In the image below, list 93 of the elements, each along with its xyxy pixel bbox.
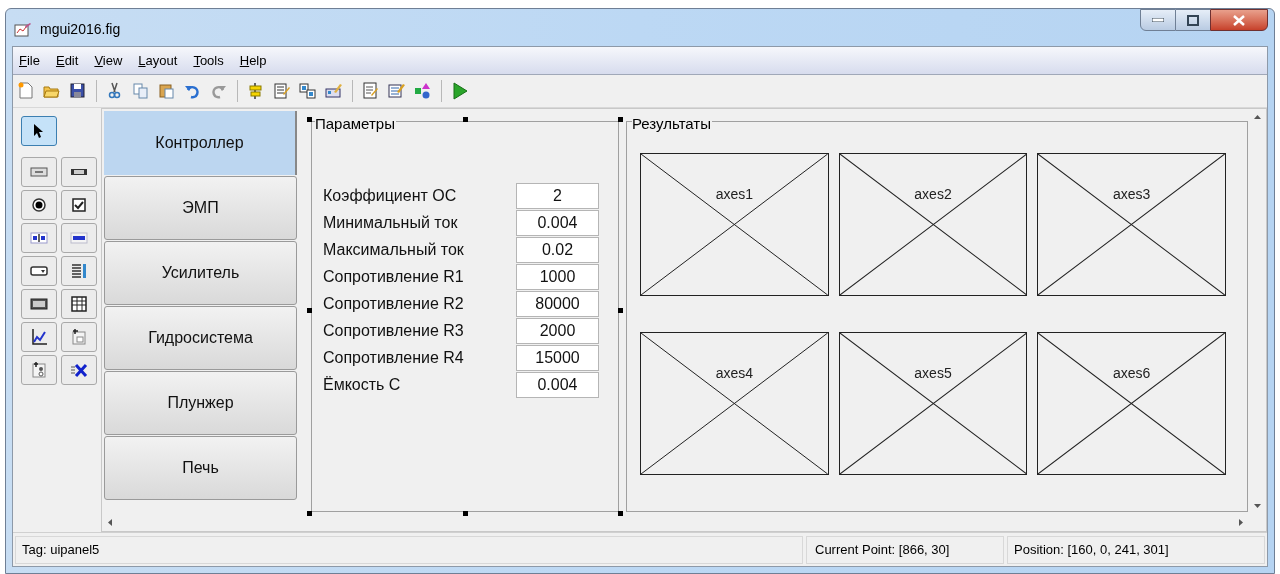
parameter-label: Сопротивление R1	[323, 266, 465, 287]
tab-button[interactable]: Плунжер	[104, 371, 297, 435]
scroll-down-icon	[1254, 504, 1261, 508]
palette-tool-button[interactable]	[21, 289, 57, 319]
palette-tool-button[interactable]	[60, 289, 97, 319]
selection-handle[interactable]	[618, 511, 623, 516]
parameter-label: Сопротивление R3	[323, 320, 465, 341]
selection-handle[interactable]	[463, 511, 468, 516]
axes-placeholder[interactable]: axes6	[1037, 332, 1226, 475]
menu-item[interactable]: View	[94, 50, 123, 71]
panel-tool-icon	[69, 328, 88, 346]
scroll-up-icon	[1254, 115, 1261, 119]
tab-button[interactable]: Гидросистема	[104, 306, 297, 370]
tick-in-square-icon	[69, 196, 88, 214]
paste-icon	[158, 82, 176, 100]
parameter-label: Ёмкость С	[323, 374, 402, 395]
parameter-label: Сопротивление R2	[323, 293, 465, 314]
close-icon	[1233, 14, 1245, 26]
minimize-button[interactable]	[1140, 9, 1176, 31]
palette-tool-button[interactable]	[21, 256, 57, 286]
tab-button[interactable]: ЭМП	[104, 176, 297, 240]
tab-button[interactable]: Контроллер	[104, 111, 297, 175]
parameter-label: Минимальный ток	[323, 212, 459, 233]
minimize-icon	[1152, 18, 1164, 22]
palette-tool-button[interactable]	[60, 223, 97, 253]
palette-tool-button[interactable]	[21, 223, 57, 253]
parameter-label: Коэффициент ОС	[323, 185, 458, 206]
parameter-field[interactable]: 2000	[516, 317, 599, 344]
maximize-button[interactable]	[1176, 9, 1210, 31]
dot-in-circle-icon	[30, 196, 48, 214]
axes-placeholder[interactable]: axes5	[838, 332, 1028, 475]
parameter-field[interactable]: 0.02	[516, 236, 599, 263]
axes-placeholder[interactable]: axes1	[640, 153, 829, 296]
menu-item[interactable]: Edit	[55, 50, 79, 71]
menu-item[interactable]: File	[19, 50, 40, 71]
menu-item[interactable]: Tools	[193, 50, 224, 71]
toolbar-editor-icon	[325, 82, 343, 100]
edit-tool-icon	[30, 229, 48, 247]
toggle-tool-icon	[30, 295, 48, 313]
selection-handle[interactable]	[618, 117, 623, 122]
palette-tool-button[interactable]	[60, 190, 97, 220]
new-file-icon	[17, 82, 35, 100]
object-browser-icon	[414, 82, 432, 100]
tab-button[interactable]: Усилитель	[104, 241, 297, 305]
figure-icon	[14, 21, 32, 38]
tab-button[interactable]: Печь	[104, 436, 297, 500]
parameter-field[interactable]: 15000	[516, 344, 599, 371]
axes-placeholder[interactable]: axes2	[838, 153, 1028, 296]
status-tag: Tag: uipanel5	[15, 535, 803, 564]
palette-tool-button[interactable]	[60, 157, 97, 187]
text-tool-icon	[69, 229, 88, 247]
tab-order-button[interactable]	[297, 80, 319, 102]
parameter-label: Сопротивление R4	[323, 347, 465, 368]
menu-item[interactable]: Help	[239, 50, 267, 71]
selection-handle[interactable]	[618, 308, 623, 313]
menu-editor-icon	[273, 82, 291, 100]
maximize-icon	[1187, 14, 1199, 26]
property-inspector-icon	[388, 82, 406, 100]
close-button[interactable]	[1210, 9, 1268, 31]
buttongroup-tool-icon	[30, 361, 48, 379]
palette-tool-button[interactable]	[21, 322, 57, 352]
palette-tool-button[interactable]	[60, 355, 97, 385]
scroll-left-icon	[108, 519, 112, 526]
palette-tool-button[interactable]	[21, 190, 57, 220]
parameter-field[interactable]: 1000	[516, 263, 599, 290]
run-icon	[451, 82, 469, 100]
parameter-field[interactable]: 0.004	[516, 209, 599, 236]
parameter-field[interactable]: 80000	[516, 290, 599, 317]
status-position: Position: [160, 0, 241, 301]	[1007, 535, 1265, 564]
selection-handle[interactable]	[307, 117, 312, 122]
selection-handle[interactable]	[307, 511, 312, 516]
editor-icon	[362, 82, 380, 100]
table-tool-icon	[69, 295, 88, 313]
scroll-right-icon	[1239, 519, 1243, 526]
listbox-tool-icon	[69, 262, 88, 280]
parameter-field[interactable]: 0.004	[516, 371, 599, 398]
parameter-field[interactable]: 2	[516, 182, 599, 209]
axes-placeholder[interactable]: axes3	[1037, 153, 1226, 296]
menu-editor-button[interactable]	[271, 80, 293, 102]
axes-placeholder[interactable]: axes4	[640, 332, 829, 475]
menu-item[interactable]: Layout	[138, 50, 178, 71]
window-title: mgui2016.fig	[40, 20, 121, 39]
palette-tool-button[interactable]	[21, 116, 57, 146]
axes-tool-icon	[30, 328, 48, 346]
align-icon	[247, 82, 265, 100]
status-current-point: Current Point: [866, 30]	[806, 535, 1004, 564]
save-icon	[69, 82, 87, 100]
tab-order-icon	[299, 82, 317, 100]
selection-handle[interactable]	[307, 308, 312, 313]
copy-icon	[132, 82, 150, 100]
parameter-label: Максимальный ток	[323, 239, 465, 260]
activex-tool-icon	[69, 361, 88, 379]
selection-handle[interactable]	[463, 117, 468, 122]
